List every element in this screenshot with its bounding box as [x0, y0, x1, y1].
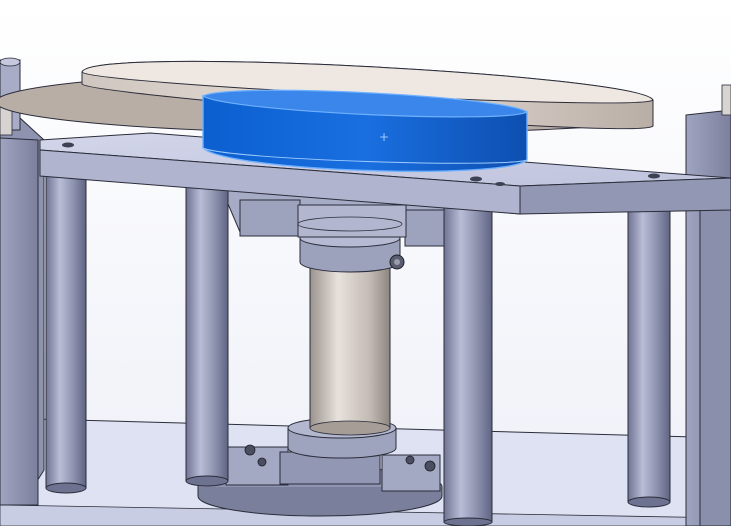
turntable-hub-selected[interactable]: + — [201, 89, 529, 173]
graphics-viewport[interactable]: + — [0, 0, 731, 526]
support-column-front-left[interactable] — [185, 184, 229, 487]
support-column-back-left[interactable] — [45, 167, 87, 494]
drive-shaft[interactable] — [309, 261, 391, 436]
plate-bolt — [495, 182, 505, 186]
origin-marker: + — [379, 130, 389, 144]
plate-bolt — [648, 173, 660, 179]
right-side-housing[interactable] — [685, 84, 731, 526]
cad-model-scene[interactable]: + — [0, 0, 731, 526]
plate-bolt — [62, 142, 74, 148]
support-column-front-right[interactable] — [443, 207, 493, 526]
plate-bolt — [470, 176, 482, 182]
support-column-back-right[interactable] — [627, 199, 671, 508]
